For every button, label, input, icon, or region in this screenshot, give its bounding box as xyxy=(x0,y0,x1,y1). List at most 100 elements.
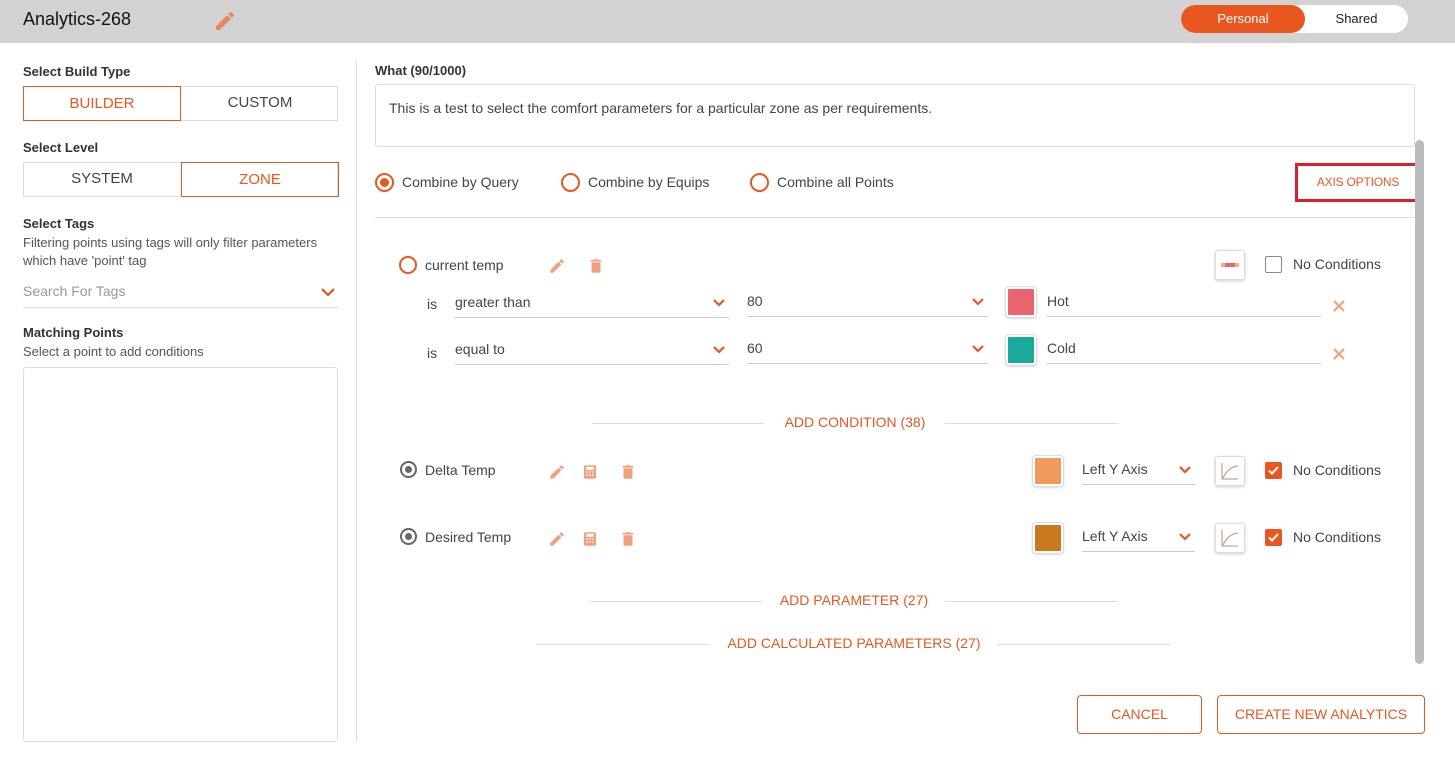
tags-label: Select Tags xyxy=(23,216,95,231)
no-conditions-checkbox[interactable] xyxy=(1265,529,1282,546)
create-new-analytics-button[interactable]: CREATE NEW ANALYTICS xyxy=(1217,695,1425,734)
system-button[interactable]: SYSTEM xyxy=(23,162,181,197)
no-conditions-checkbox[interactable] xyxy=(1265,256,1282,273)
chevron-down-icon[interactable] xyxy=(970,340,986,356)
personal-shared-toggle[interactable]: Personal Shared xyxy=(1181,5,1408,33)
pencil-icon[interactable] xyxy=(548,257,566,275)
add-calculated-parameters-button[interactable]: ADD CALCULATED PARAMETERS (27) xyxy=(712,635,996,651)
param-name-label: current temp xyxy=(425,257,504,273)
what-label: What (90/1000) xyxy=(375,63,467,78)
toggle-shared[interactable]: Shared xyxy=(1305,5,1408,33)
matching-points-help: Select a point to add conditions xyxy=(23,344,204,359)
calculator-icon[interactable] xyxy=(581,530,599,548)
cancel-button[interactable]: CANCEL xyxy=(1077,695,1202,734)
combine-by-equips-label: Combine by Equips xyxy=(588,174,710,190)
calculator-icon[interactable] xyxy=(581,463,599,481)
condition-is-label: is xyxy=(427,345,438,361)
toggle-personal[interactable]: Personal xyxy=(1181,5,1305,33)
section-divider xyxy=(375,217,1415,218)
chevron-down-icon[interactable] xyxy=(711,341,727,357)
add-parameter-button[interactable]: ADD PARAMETER (27) xyxy=(764,592,944,608)
add-condition-button[interactable]: ADD CONDITION (38) xyxy=(765,414,945,430)
pencil-icon[interactable] xyxy=(548,530,566,548)
color-swatch[interactable] xyxy=(1006,287,1036,317)
no-conditions-label: No Conditions xyxy=(1293,529,1381,545)
level-selector: SYSTEM ZONE xyxy=(23,162,339,197)
operator-value: equal to xyxy=(455,341,505,357)
matching-points-label: Matching Points xyxy=(23,325,124,340)
close-icon[interactable] xyxy=(1332,299,1346,313)
operator-select[interactable]: greater than xyxy=(455,292,729,318)
custom-button[interactable]: CUSTOM xyxy=(181,86,339,121)
radio-icon[interactable] xyxy=(561,172,580,192)
operator-select[interactable]: equal to xyxy=(455,339,729,365)
chevron-down-icon[interactable] xyxy=(1177,461,1193,477)
build-type-label: Select Build Type xyxy=(23,64,131,79)
pencil-icon[interactable] xyxy=(548,463,566,481)
divider-line xyxy=(945,601,1118,602)
chevron-down-icon[interactable] xyxy=(711,294,727,310)
radio-checked-icon[interactable] xyxy=(400,461,417,478)
combine-by-equips-option[interactable]: Combine by Equips xyxy=(561,172,709,192)
divider-line xyxy=(945,423,1118,424)
axis-select[interactable]: Left Y Axis xyxy=(1082,526,1195,552)
value-select[interactable]: 80 xyxy=(747,291,988,317)
param-desired-temp[interactable]: Desired Temp xyxy=(400,528,511,545)
chart-icon[interactable] xyxy=(1215,456,1245,486)
no-conditions-checkbox[interactable] xyxy=(1265,462,1282,479)
color-swatch[interactable] xyxy=(1006,335,1036,365)
legend-icon[interactable] xyxy=(1215,250,1245,280)
matching-points-list[interactable] xyxy=(23,367,338,742)
top-bar: Analytics-268 Personal Shared xyxy=(0,0,1455,43)
combine-by-query-label: Combine by Query xyxy=(402,174,519,190)
param-delta-temp[interactable]: Delta Temp xyxy=(400,461,496,478)
divider-line xyxy=(592,423,764,424)
chevron-down-icon[interactable] xyxy=(970,293,986,309)
param-current-temp[interactable]: current temp xyxy=(399,256,504,274)
param-name-label: Delta Temp xyxy=(425,461,496,478)
tags-help-1: Filtering points using tags will only fi… xyxy=(23,235,318,250)
divider-line xyxy=(997,644,1170,645)
divider-line xyxy=(590,601,762,602)
trash-icon[interactable] xyxy=(587,257,605,275)
axis-options-button[interactable]: AXIS OPTIONS xyxy=(1295,163,1421,202)
condition-is-label: is xyxy=(427,296,438,312)
chevron-down-icon[interactable] xyxy=(1177,528,1193,544)
checkmark-icon xyxy=(1268,466,1279,475)
page-title: Analytics-268 xyxy=(23,9,132,29)
color-swatch[interactable] xyxy=(1033,456,1063,486)
chevron-down-icon[interactable] xyxy=(320,284,336,300)
condition-value: 80 xyxy=(747,293,763,309)
close-icon[interactable] xyxy=(1332,347,1346,361)
radio-checked-icon[interactable] xyxy=(375,172,394,192)
checkmark-icon xyxy=(1268,533,1279,542)
operator-value: greater than xyxy=(455,294,531,310)
condition-label-input[interactable]: Hot xyxy=(1047,291,1321,317)
panel-divider xyxy=(356,60,357,742)
combine-all-points-option[interactable]: Combine all Points xyxy=(750,172,894,192)
condition-label-input[interactable]: Cold xyxy=(1047,338,1321,364)
pencil-icon[interactable] xyxy=(213,9,237,33)
combine-by-query-option[interactable]: Combine by Query xyxy=(375,172,519,192)
trash-icon[interactable] xyxy=(619,463,637,481)
chart-icon[interactable] xyxy=(1215,523,1245,553)
axis-value: Left Y Axis xyxy=(1082,528,1148,544)
tags-help-2: which have 'point' tag xyxy=(23,253,147,268)
builder-button[interactable]: BUILDER xyxy=(23,86,181,121)
value-select[interactable]: 60 xyxy=(747,338,988,364)
radio-checked-icon[interactable] xyxy=(400,528,417,545)
radio-icon[interactable] xyxy=(750,172,769,192)
zone-button[interactable]: ZONE xyxy=(181,162,339,197)
no-conditions-label: No Conditions xyxy=(1293,256,1381,272)
axis-select[interactable]: Left Y Axis xyxy=(1082,459,1195,485)
color-swatch[interactable] xyxy=(1033,523,1063,553)
axis-value: Left Y Axis xyxy=(1082,461,1148,477)
scrollbar[interactable] xyxy=(1415,140,1424,664)
search-tags-placeholder: Search For Tags xyxy=(23,283,126,299)
search-tags-input[interactable]: Search For Tags xyxy=(23,280,338,308)
what-textarea[interactable]: This is a test to select the comfort par… xyxy=(375,84,1415,147)
radio-icon[interactable] xyxy=(399,256,417,274)
level-label: Select Level xyxy=(23,140,99,155)
build-type-selector: BUILDER CUSTOM xyxy=(23,86,338,121)
trash-icon[interactable] xyxy=(619,530,637,548)
